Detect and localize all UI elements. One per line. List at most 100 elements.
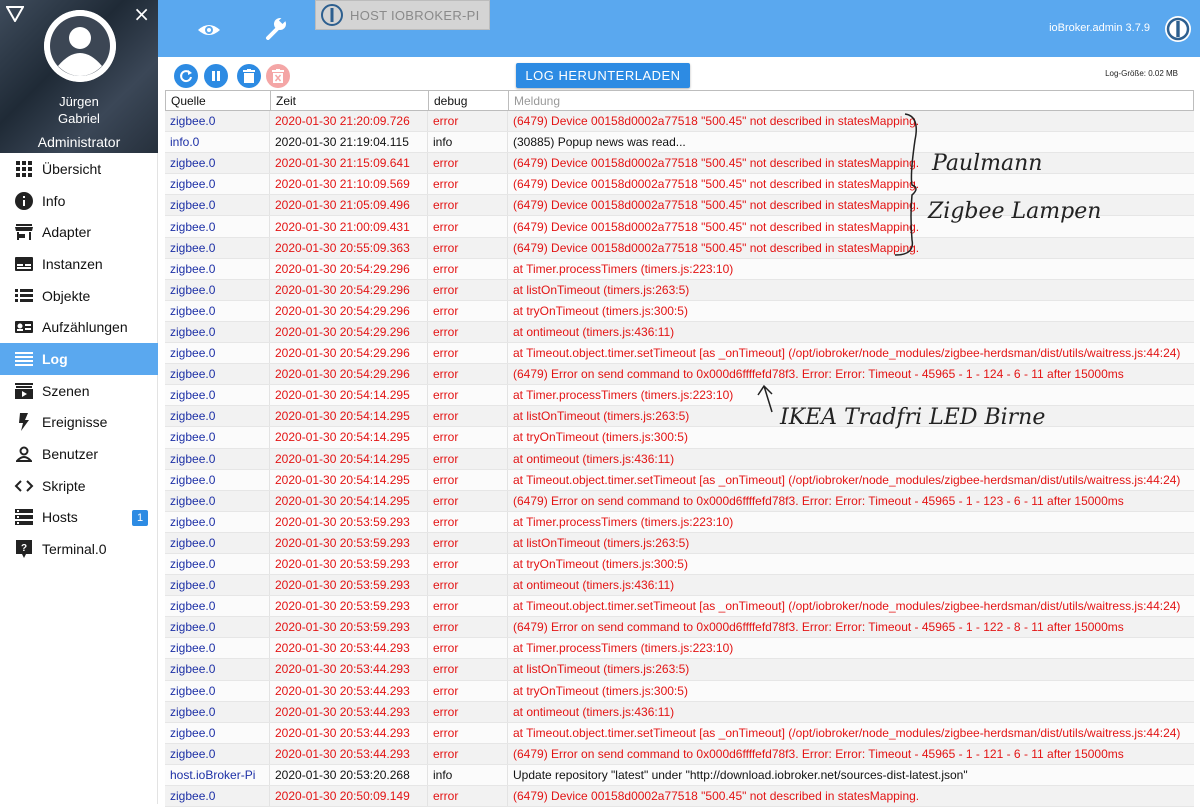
cell-source: zigbee.0 (165, 195, 270, 216)
cell-source: zigbee.0 (165, 786, 270, 807)
cell-source: zigbee.0 (165, 279, 270, 300)
close-sidebar-icon[interactable]: × (133, 3, 150, 25)
cell-source: zigbee.0 (165, 448, 270, 469)
table-row: zigbee.0 2020-01-30 20:53:59.293 error at T… (165, 596, 1194, 618)
sidebar-item-label: Hosts (42, 509, 78, 526)
info-icon (14, 191, 34, 211)
instances-icon (14, 254, 34, 274)
cell-source: zigbee.0 (165, 617, 270, 638)
cell-message: at Timer.processTimers (timers.js:223:10… (513, 388, 734, 403)
cell-level: error (428, 427, 508, 448)
table-row: zigbee.0 2020-01-30 21:00:09.431 error (647… (165, 216, 1194, 238)
cell-source: zigbee.0 (165, 532, 270, 553)
sidebar-item-skripte[interactable]: Skripte (0, 470, 158, 502)
cell-source: zigbee.0 (165, 680, 270, 701)
pause-button[interactable] (204, 64, 228, 88)
cell-level: error (428, 321, 508, 343)
list-icon (14, 286, 34, 306)
table-row: zigbee.0 2020-01-30 21:20:09.726 error (647… (165, 111, 1194, 133)
sidebar-item-label: Info (42, 192, 66, 209)
cell-source: zigbee.0 (165, 237, 270, 258)
cell-level: error (428, 343, 508, 364)
cell-time: 2020-01-30 20:54:29.296 (270, 364, 428, 385)
cell-level: error (428, 490, 508, 511)
host-tab[interactable]: HOST IOBROKER-PI (315, 0, 490, 30)
sidebar-item-info[interactable]: Info (0, 185, 158, 217)
sidebar-item-terminal[interactable]: ? Terminal.0 (0, 533, 158, 565)
cell-message: at tryOnTimeout (timers.js:300:5) (513, 303, 688, 318)
cell-source: zigbee.0 (165, 659, 270, 680)
download-log-button[interactable]: LOG HERUNTERLADEN (516, 63, 690, 88)
cell-message: (6479) Error on send command to 0x000d6f… (513, 367, 1124, 382)
avatar (44, 10, 116, 82)
cell-time: 2020-01-30 20:53:44.293 (270, 722, 428, 743)
cell-message: (30885) Popup news was read... (513, 135, 686, 150)
cell-time: 2020-01-30 20:53:59.293 (270, 575, 428, 596)
cell-level: error (428, 385, 508, 406)
eye-icon[interactable] (197, 18, 221, 42)
cell-time: 2020-01-30 20:53:20.268 (270, 764, 428, 785)
svg-text:?: ? (21, 543, 27, 554)
sidebar-item-label: Übersicht (42, 160, 102, 177)
cell-level: error (428, 553, 508, 575)
level-filter-select[interactable]: debug (429, 91, 509, 110)
log-table-header: Quelle Zeit debug Meldung (165, 90, 1194, 111)
cell-source: zigbee.0 (165, 469, 270, 490)
cell-message: (6479) Device 00158d0002a77518 "500.45" … (513, 156, 920, 171)
table-row: zigbee.0 2020-01-30 20:54:14.295 error at T… (165, 469, 1194, 491)
cell-source: zigbee.0 (165, 216, 270, 237)
table-row: zigbee.0 2020-01-30 20:53:59.293 error at l… (165, 532, 1194, 554)
sidebar-item-aufzaehlungen[interactable]: Aufzählungen (0, 311, 158, 343)
sidebar-item-uebersicht[interactable]: Übersicht (0, 153, 158, 185)
log-lines-icon (14, 349, 34, 369)
cell-message: (6479) Error on send command to 0x000d6f… (513, 620, 1124, 635)
cell-level: error (428, 300, 508, 321)
cell-message: at Timeout.object.timer.setTimeout [as _… (513, 472, 1181, 487)
cell-level: error (428, 638, 508, 659)
cell-level: error (428, 575, 508, 596)
cell-time: 2020-01-30 20:54:14.295 (270, 448, 428, 469)
message-filter-input[interactable]: Meldung (509, 91, 1193, 110)
cell-message: (6479) Device 00158d0002a77518 "500.45" … (513, 789, 920, 804)
sidebar-item-szenen[interactable]: Szenen (0, 375, 158, 407)
cell-message: at Timeout.object.timer.setTimeout [as _… (513, 599, 1181, 614)
sidebar-item-benutzer[interactable]: Benutzer (0, 438, 158, 470)
cell-message: at Timeout.object.timer.setTimeout [as _… (513, 725, 1181, 740)
cell-source: zigbee.0 (165, 553, 270, 575)
sidebar-item-label: Terminal.0 (42, 541, 107, 558)
sidebar-item-log[interactable]: Log (0, 343, 158, 375)
cell-time: 2020-01-30 20:53:59.293 (270, 596, 428, 617)
cell-message: at listOnTimeout (timers.js:263:5) (513, 535, 690, 550)
cell-message: at Timer.processTimers (timers.js:223:10… (513, 261, 734, 276)
sidebar-nav: Übersicht Info Adapter Instanzen Objekte (0, 153, 158, 565)
sidebar-item-objekte[interactable]: Objekte (0, 280, 158, 312)
refresh-button[interactable] (174, 64, 198, 88)
table-row: zigbee.0 2020-01-30 20:53:59.293 error at o… (165, 575, 1194, 597)
menu-toggle-icon[interactable] (6, 6, 24, 22)
sidebar-item-hosts[interactable]: Hosts 1 (0, 502, 158, 534)
column-header-time[interactable]: Zeit (271, 91, 429, 110)
cell-message: at Timer.processTimers (timers.js:223:10… (513, 514, 734, 529)
cell-time: 2020-01-30 20:54:29.296 (270, 300, 428, 321)
cell-source: host.ioBroker-Pi (165, 764, 270, 785)
sidebar-item-ereignisse[interactable]: Ereignisse (0, 407, 158, 439)
cell-source: zigbee.0 (165, 638, 270, 659)
delete-log-button[interactable] (266, 64, 290, 88)
cell-message: (6479) Device 00158d0002a77518 "500.45" … (513, 240, 920, 255)
sidebar-item-adapter[interactable]: Adapter (0, 216, 158, 248)
pause-icon (212, 71, 220, 81)
cell-source: zigbee.0 (165, 343, 270, 364)
sidebar-item-label: Ereignisse (42, 414, 108, 431)
cell-message: at tryOnTimeout (timers.js:300:5) (513, 683, 688, 698)
cell-source: zigbee.0 (165, 490, 270, 511)
sidebar-item-instanzen[interactable]: Instanzen (0, 248, 158, 280)
clear-button[interactable] (237, 64, 261, 88)
cell-time: 2020-01-30 20:55:09.363 (270, 237, 428, 258)
column-header-source[interactable]: Quelle (166, 91, 271, 110)
wrench-icon[interactable] (264, 16, 288, 40)
cell-level: error (428, 469, 508, 490)
cell-time: 2020-01-30 21:19:04.115 (270, 132, 428, 153)
trash-x-icon (272, 69, 284, 83)
sidebar-item-label: Szenen (42, 382, 90, 399)
sidebar-item-label: Objekte (42, 287, 91, 304)
